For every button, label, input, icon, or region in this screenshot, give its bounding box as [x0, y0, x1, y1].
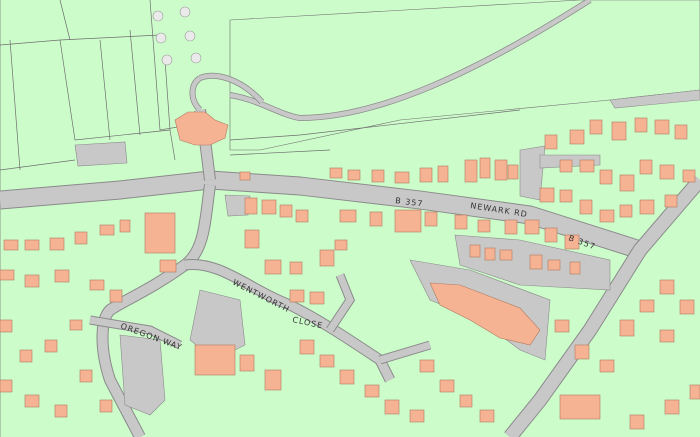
map-canvas: B 357 NEWARK RD B 357 WENTWORTH CLOSE OR… — [0, 0, 700, 437]
map-view[interactable]: B 357 NEWARK RD B 357 WENTWORTH CLOSE OR… — [0, 0, 700, 437]
